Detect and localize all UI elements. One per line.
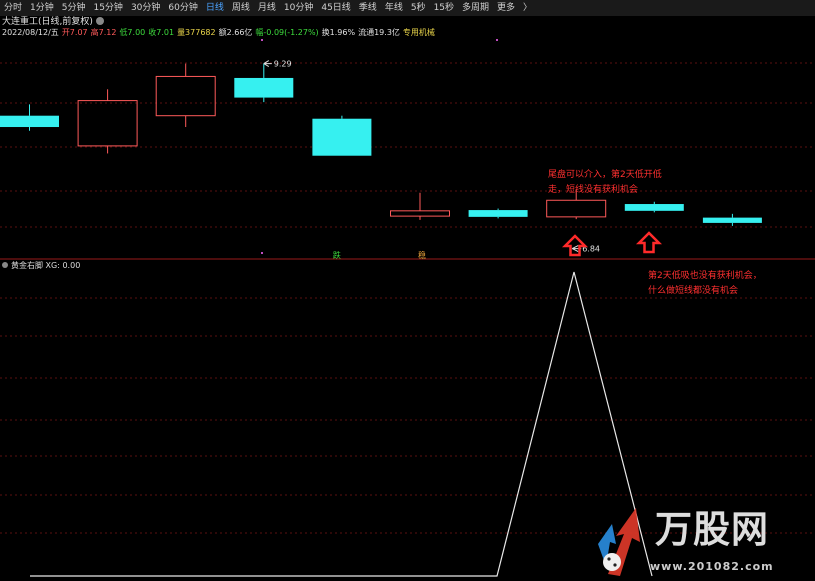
indicator-dot (496, 39, 498, 41)
annotation-note-1: 尾盘可以介入，第2天低开低走，短线没有获利机会 (548, 170, 662, 195)
indicator-settings-icon[interactable] (2, 262, 8, 268)
candle-body (468, 210, 528, 217)
indicator-grid (0, 297, 815, 534)
candle-body (624, 204, 684, 211)
high-price-label: 9.29 (274, 60, 292, 69)
candle-body (702, 217, 762, 223)
indicator-line-chart (30, 271, 653, 577)
indicator-value: XG: 0.00 (45, 261, 81, 270)
watermark-text: 万股网 (655, 508, 769, 551)
indicator-dot (261, 252, 263, 254)
logo-dice-icon (603, 553, 621, 571)
candlestick-chart (0, 63, 762, 226)
annotation-arrows (561, 231, 663, 257)
indicator-label: 黄金右脚 XG: 0.00 (2, 261, 80, 271)
watermark-url: www.201082.com (650, 560, 774, 573)
high-pointer-icon (263, 60, 272, 68)
price-labels: 9.296.84 (263, 60, 600, 254)
candle-body (155, 75, 216, 117)
candle-body (234, 77, 294, 98)
main-chart-grid (0, 62, 815, 228)
signal-marker: 稳 (418, 250, 426, 260)
arrow-up-icon (635, 231, 663, 254)
candle-body (546, 199, 607, 218)
candle-body (390, 210, 450, 217)
indicator-dot (261, 39, 263, 41)
signal-marker: 跌 (333, 250, 341, 260)
candle-body (77, 100, 138, 147)
indicator-name: 黄金右脚 (11, 261, 43, 270)
xg-signal-line (30, 271, 653, 577)
annotation-note-2: 第2天低吸也没有获利机会，什么做短线都没有机会 (648, 271, 762, 296)
candle-body (312, 118, 372, 156)
candle-body (0, 115, 59, 128)
